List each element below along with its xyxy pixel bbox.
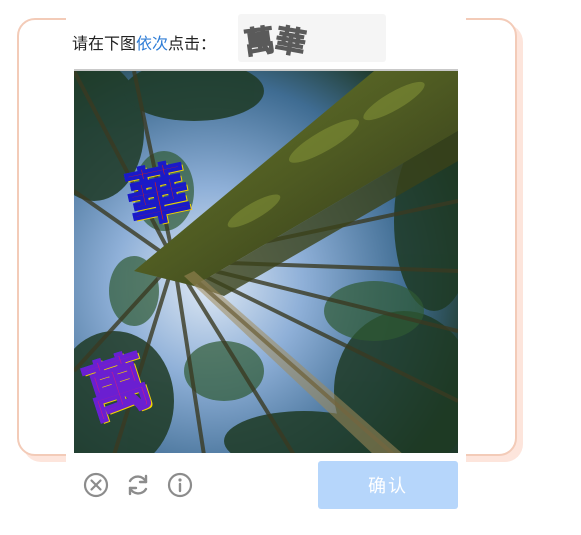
captcha-controls: 确认 <box>74 461 458 509</box>
target-characters: 萬 華 <box>238 14 386 63</box>
target-char-1: 萬 <box>242 22 278 62</box>
info-circle-icon[interactable] <box>166 471 194 499</box>
captcha-image[interactable]: 華 萬 <box>74 69 458 453</box>
captcha-prompt: 请在下图 依次 点击： <box>72 20 216 64</box>
prompt-text-end: 点击： <box>168 34 217 53</box>
close-circle-icon[interactable] <box>82 471 110 499</box>
captcha-page: 请在下图 依次 点击： 萬 華 華 萬 确认 <box>0 0 581 535</box>
target-char-2: 華 <box>272 22 309 63</box>
refresh-icon[interactable] <box>124 471 152 499</box>
confirm-button[interactable]: 确认 <box>318 461 458 509</box>
prompt-text-start: 请在下图 <box>72 34 137 53</box>
prompt-text-accent: 依次 <box>136 34 169 53</box>
captcha-widget: 请在下图 依次 点击： 萬 華 華 萬 确认 <box>66 12 466 517</box>
